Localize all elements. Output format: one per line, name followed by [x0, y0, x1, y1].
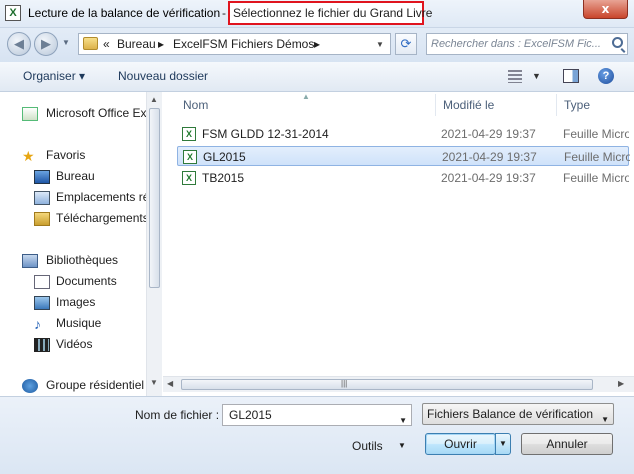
column-divider[interactable]	[435, 94, 436, 116]
open-button[interactable]: Ouvrir	[425, 433, 496, 455]
videos-icon	[34, 338, 50, 352]
images-icon	[34, 296, 50, 310]
refresh-icon: ⟳	[400, 36, 412, 51]
cancel-button[interactable]: Annuler	[521, 433, 613, 455]
file-date: 2021-04-29 19:37	[441, 127, 536, 141]
new-folder-button[interactable]: Nouveau dossier	[118, 69, 208, 83]
window-subtitle: Sélectionnez le fichier du Grand Livre	[228, 1, 432, 25]
breadcrumb-overflow[interactable]: «	[103, 37, 110, 51]
music-icon: ♪	[34, 316, 41, 332]
chevron-down-icon[interactable]: ▼	[601, 410, 609, 430]
address-row: ◀ ▶ ▼ « Bureau ▸ ExcelFSM Fichiers Démos…	[0, 28, 634, 62]
forward-button[interactable]: ▶	[34, 32, 58, 56]
filename-input[interactable]: GL2015 ▼	[222, 404, 412, 426]
file-list: ▲ Nom Modifié le Type X FSM GLDD 12-31-2…	[163, 92, 634, 396]
navigation-pane: Microsoft Office Ex ★ Favoris Bureau Emp…	[0, 92, 162, 396]
scroll-thumb[interactable]	[149, 108, 160, 288]
scroll-left-icon[interactable]: ◀	[167, 379, 173, 388]
folder-icon	[83, 37, 98, 50]
nav-item-label: Favoris	[46, 148, 86, 162]
library-icon	[22, 254, 38, 268]
command-toolbar: Organiser ▾ Nouveau dossier ▼ ?	[0, 62, 634, 92]
nav-item-label: Microsoft Office Ex	[46, 106, 147, 120]
nav-item-label: Groupe résidentiel	[46, 378, 145, 392]
title-bar: X Lecture de la balance de vérification …	[0, 0, 634, 28]
file-row-selected[interactable]: X GL2015 2021-04-29 19:37 Feuille Micro	[177, 146, 630, 166]
file-date: 2021-04-29 19:37	[442, 150, 537, 164]
forward-arrow-icon: ▶	[41, 36, 51, 51]
sort-ascending-icon: ▲	[302, 92, 310, 101]
scroll-thumb[interactable]	[181, 379, 593, 390]
close-button[interactable]: x	[583, 0, 628, 19]
excel-file-icon: X	[183, 150, 197, 164]
filter-value: Fichiers Balance de vérification	[427, 407, 594, 421]
nav-item-label: Bibliothèques	[46, 253, 119, 267]
homegroup-icon	[22, 379, 38, 393]
scroll-up-icon[interactable]: ▲	[150, 95, 158, 104]
file-date: 2021-04-29 19:37	[441, 171, 536, 185]
window-title: Lecture de la balance de vérification	[28, 6, 221, 20]
column-header-type[interactable]: Type	[564, 98, 590, 112]
documents-icon	[34, 275, 50, 289]
places-icon	[34, 191, 50, 205]
file-type: Feuille Micro	[564, 150, 630, 164]
desktop-icon	[34, 170, 50, 184]
breadcrumb-item[interactable]: Bureau	[117, 37, 156, 51]
column-header-modified[interactable]: Modifié le	[443, 98, 494, 112]
file-type: Feuille Micro	[563, 171, 629, 185]
filename-label: Nom de fichier :	[135, 408, 220, 422]
back-button[interactable]: ◀	[7, 32, 31, 56]
address-bar[interactable]: « Bureau ▸ ExcelFSM Fichiers Démos ▸ ▼	[78, 33, 391, 55]
title-separator: -	[222, 6, 226, 20]
address-dropdown-icon[interactable]: ▼	[376, 40, 384, 49]
column-header-name[interactable]: Nom	[183, 98, 208, 112]
nav-item-label: Téléchargements	[56, 211, 149, 225]
scroll-right-icon[interactable]: ▶	[618, 379, 624, 388]
refresh-button[interactable]: ⟳	[395, 33, 417, 55]
file-name: GL2015	[203, 150, 246, 164]
nav-item-label: Bureau	[56, 169, 95, 183]
star-icon: ★	[22, 148, 35, 164]
excel-file-icon: X	[182, 127, 196, 141]
breadcrumb-chevron-icon[interactable]: ▸	[158, 37, 164, 51]
search-input[interactable]: Rechercher dans : ExcelFSM Fic...	[426, 33, 628, 55]
file-name: TB2015	[202, 171, 245, 185]
filename-value: GL2015	[229, 408, 272, 422]
file-row[interactable]: X FSM GLDD 12-31-2014 2021-04-29 19:37 F…	[177, 124, 629, 144]
preview-pane-icon[interactable]	[563, 69, 579, 83]
chevron-down-icon[interactable]: ▼	[398, 441, 406, 450]
dialog-footer: Nom de fichier : GL2015 ▼ Fichiers Balan…	[0, 396, 634, 474]
excel-file-icon: X	[182, 171, 196, 185]
nav-item-label: Vidéos	[56, 337, 93, 351]
help-icon[interactable]: ?	[598, 68, 614, 84]
recent-pages-dropdown[interactable]: ▼	[62, 38, 70, 47]
scroll-grip-icon: |||	[341, 379, 348, 388]
search-icon[interactable]	[612, 37, 623, 48]
breadcrumb-chevron-icon[interactable]: ▸	[314, 37, 320, 51]
file-type: Feuille Micro	[563, 127, 629, 141]
views-icon[interactable]	[508, 70, 522, 83]
excel-icon: X	[5, 5, 21, 21]
column-divider[interactable]	[556, 94, 557, 116]
back-arrow-icon: ◀	[14, 36, 24, 51]
search-placeholder: Rechercher dans : ExcelFSM Fic...	[431, 38, 601, 50]
file-list-scrollbar[interactable]: ◀ ||| ▶	[163, 376, 634, 392]
scroll-down-icon[interactable]: ▼	[150, 378, 158, 387]
nav-scrollbar[interactable]: ▲ ▼	[146, 92, 162, 396]
views-dropdown-icon[interactable]: ▼	[532, 71, 541, 81]
chevron-down-icon[interactable]: ▼	[399, 411, 407, 431]
open-options-button[interactable]: ▼	[495, 433, 511, 455]
breadcrumb-item[interactable]: ExcelFSM Fichiers Démos	[173, 37, 314, 51]
organize-button[interactable]: Organiser ▾	[23, 69, 85, 83]
nav-item-label: Images	[56, 295, 96, 309]
nav-item-label: Documents	[56, 274, 117, 288]
nav-item-label: Musique	[56, 316, 102, 330]
office-icon	[22, 107, 38, 121]
downloads-icon	[34, 212, 50, 226]
file-type-filter[interactable]: Fichiers Balance de vérification ▼	[422, 403, 614, 425]
file-row[interactable]: X TB2015 2021-04-29 19:37 Feuille Micro	[177, 168, 629, 188]
tools-button[interactable]: Outils	[352, 439, 383, 453]
nav-item-label: Emplacements ré	[56, 190, 150, 204]
file-name: FSM GLDD 12-31-2014	[202, 127, 329, 141]
